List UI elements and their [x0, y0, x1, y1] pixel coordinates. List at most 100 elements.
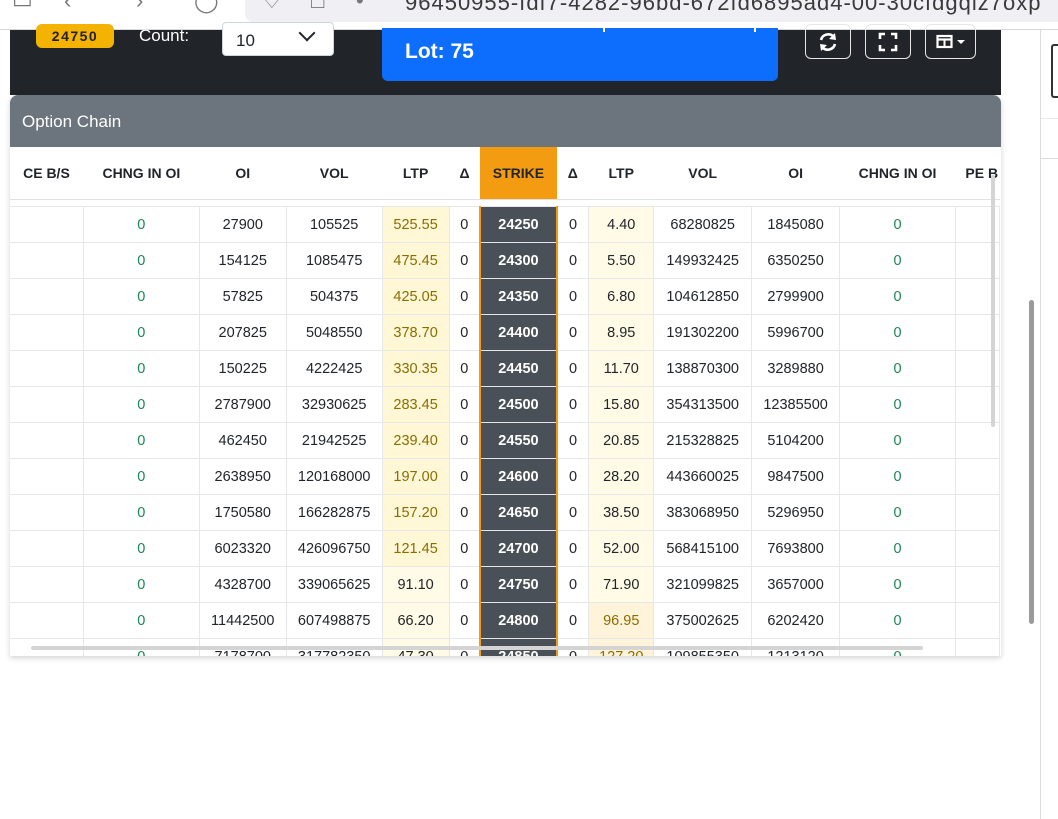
- cell-ce-bs[interactable]: [10, 206, 84, 243]
- cell-pe-bs[interactable]: [954, 566, 1001, 603]
- cell-pe-bs[interactable]: [954, 458, 1001, 495]
- table-row[interactable]: 0 11442500 607498875 66.20 0 24800 0 96.95 37500…: [10, 602, 1001, 639]
- url-text[interactable]: 96450955-fdf7-4282-96bd-672fd6895ad4-00-…: [405, 0, 1041, 16]
- col-ce-oi[interactable]: OI: [199, 147, 287, 200]
- table-row[interactable]: 0 2638950 120168000 197.00 0 24600 0 28.20 44366…: [10, 458, 1001, 495]
- fullscreen-button[interactable]: [865, 24, 911, 59]
- table-row[interactable]: 0 207825 5048550 378.70 0 24400 0 8.95 191302200…: [10, 314, 1001, 351]
- cell-pe-bs[interactable]: [954, 422, 1001, 459]
- sidebar-icon[interactable]: [1051, 44, 1058, 98]
- cell-ce-ltp[interactable]: 378.70: [381, 314, 450, 351]
- cell-strike: 24700: [478, 530, 558, 567]
- page-scrollbar[interactable]: [1029, 300, 1034, 624]
- cell-pe-ltp[interactable]: 5.50: [588, 242, 655, 279]
- cell-pe-bs[interactable]: [954, 494, 1001, 531]
- col-strike[interactable]: STRIKE: [479, 147, 557, 200]
- table-row[interactable]: 0 57825 504375 425.05 0 24350 0 6.80 104612850 27…: [10, 278, 1001, 315]
- cell-ce-ltp[interactable]: 239.40: [381, 422, 450, 459]
- cell-pe-delta: 0: [556, 386, 590, 423]
- cell-pe-ltp[interactable]: 6.80: [588, 278, 655, 315]
- cell-pe-delta: 0: [556, 566, 590, 603]
- cell-pe-ltp[interactable]: 38.50: [588, 494, 655, 531]
- cell-ce-oi: 2787900: [198, 386, 287, 423]
- col-pe-delta[interactable]: Δ: [556, 147, 589, 200]
- cell-ce-chg: 0: [82, 278, 200, 315]
- cell-ce-ltp[interactable]: 157.20: [381, 494, 450, 531]
- cell-ce-bs[interactable]: [10, 242, 84, 279]
- cell-ce-ltp[interactable]: 525.55: [381, 206, 450, 243]
- refresh-button[interactable]: [805, 24, 851, 59]
- cell-ce-vol: 607498875: [285, 602, 383, 639]
- cell-pe-bs[interactable]: [954, 638, 1001, 656]
- refresh-icon: [819, 32, 837, 51]
- cell-ce-ltp[interactable]: 121.45: [381, 530, 450, 567]
- cell-pe-ltp[interactable]: 52.00: [588, 530, 655, 567]
- vertical-scrollbar[interactable]: [991, 175, 995, 427]
- col-ce-ltp[interactable]: LTP: [382, 147, 450, 200]
- cell-pe-chg: 0: [839, 494, 956, 531]
- col-ce-vol[interactable]: VOL: [286, 147, 383, 200]
- cell-ce-bs[interactable]: [10, 350, 84, 387]
- forward-icon[interactable]: ›: [136, 0, 143, 14]
- cell-pe-bs[interactable]: [954, 602, 1001, 639]
- strike-count-select[interactable]: 10: [222, 22, 334, 56]
- cell-ce-bs[interactable]: [10, 494, 84, 531]
- cell-pe-delta: 0: [556, 350, 590, 387]
- table-row[interactable]: 0 2787900 32930625 283.45 0 24500 0 15.80 354313…: [10, 386, 1001, 423]
- cell-ce-bs[interactable]: [10, 566, 84, 603]
- col-pe-chng-oi[interactable]: CHNG IN OI: [839, 147, 956, 200]
- cell-pe-ltp[interactable]: 71.90: [588, 566, 655, 603]
- horizontal-scrollbar[interactable]: [31, 646, 923, 650]
- cell-pe-oi: 12385500: [751, 386, 841, 423]
- columns-dropdown-button[interactable]: [925, 24, 976, 59]
- table-row[interactable]: 0 462450 21942525 239.40 0 24550 0 20.85 2153288…: [10, 422, 1001, 459]
- menu-icon[interactable]: ▭: [12, 0, 33, 14]
- table-row[interactable]: 0 154125 1085475 475.45 0 24300 0 5.50 149932425…: [10, 242, 1001, 279]
- cell-pe-ltp[interactable]: 28.20: [588, 458, 655, 495]
- cell-pe-ltp[interactable]: 96.95: [588, 602, 655, 639]
- cell-ce-ltp[interactable]: 475.45: [381, 242, 450, 279]
- cell-ce-ltp[interactable]: 330.35: [381, 350, 450, 387]
- cell-pe-ltp[interactable]: 8.95: [588, 314, 655, 351]
- cell-ce-ltp[interactable]: 425.05: [381, 278, 450, 315]
- reload-icon[interactable]: ◯: [194, 0, 219, 14]
- cell-ce-bs[interactable]: [10, 602, 84, 639]
- cell-ce-vol: 21942525: [285, 422, 383, 459]
- permissions-icon[interactable]: •: [356, 0, 364, 14]
- cell-pe-bs[interactable]: [954, 530, 1001, 567]
- table-row[interactable]: 0 4328700 339065625 91.10 0 24750 0 71.90 321099…: [10, 566, 1001, 603]
- table-row[interactable]: 0 1750580 166282875 157.20 0 24650 0 38.50 38306…: [10, 494, 1001, 531]
- col-pe-ltp[interactable]: LTP: [588, 147, 654, 200]
- cell-ce-bs[interactable]: [10, 386, 84, 423]
- lock-icon[interactable]: □: [311, 0, 324, 14]
- col-ce-delta[interactable]: Δ: [449, 147, 480, 200]
- shield-icon[interactable]: ♡: [262, 0, 282, 14]
- cell-pe-vol: 375002625: [653, 602, 753, 639]
- cell-ce-ltp[interactable]: 197.00: [381, 458, 450, 495]
- col-ce-bs[interactable]: CE B/S: [10, 147, 84, 200]
- col-pe-oi[interactable]: OI: [751, 147, 840, 200]
- cell-ce-bs[interactable]: [10, 458, 84, 495]
- col-ce-chng-oi[interactable]: CHNG IN OI: [83, 147, 200, 200]
- cell-ce-bs[interactable]: [10, 314, 84, 351]
- cell-pe-ltp[interactable]: 11.70: [588, 350, 655, 387]
- cell-pe-ltp[interactable]: 15.80: [588, 386, 655, 423]
- cell-ce-ltp[interactable]: 91.10: [381, 566, 450, 603]
- cell-ce-ltp[interactable]: 283.45: [381, 386, 450, 423]
- col-pe-vol[interactable]: VOL: [653, 147, 752, 200]
- cell-pe-oi: 5996700: [751, 314, 841, 351]
- cell-pe-ltp[interactable]: 20.85: [588, 422, 655, 459]
- cell-pe-ltp[interactable]: 4.40: [588, 206, 655, 243]
- option-chain-table-wrap[interactable]: CE B/S CHNG IN OI OI VOL LTP Δ STRIKE Δ …: [10, 147, 1001, 656]
- cell-ce-bs[interactable]: [10, 278, 84, 315]
- option-chain-title: Option Chain: [22, 112, 122, 131]
- back-icon[interactable]: ‹: [64, 0, 71, 14]
- cell-ce-bs[interactable]: [10, 422, 84, 459]
- table-row[interactable]: 0 150225 4222425 330.35 0 24450 0 11.70 13887030…: [10, 350, 1001, 387]
- table-row[interactable]: 0 6023320 426096750 121.45 0 24700 0 52.00 56841…: [10, 530, 1001, 567]
- cell-ce-oi: 150225: [198, 350, 287, 387]
- cell-ce-bs[interactable]: [10, 530, 84, 567]
- cell-pe-oi: 3289880: [751, 350, 841, 387]
- table-row[interactable]: 0 27900 105525 525.55 0 24250 0 4.40 68280825 184…: [10, 206, 1001, 243]
- cell-ce-ltp[interactable]: 66.20: [381, 602, 450, 639]
